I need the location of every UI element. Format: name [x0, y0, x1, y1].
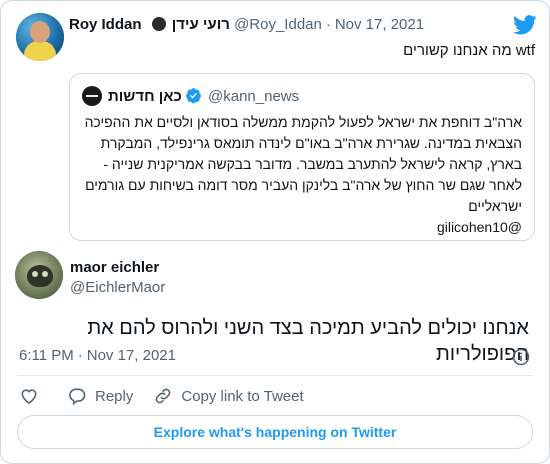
parent-author-avatar[interactable] [16, 13, 64, 61]
quoted-text-line: לאחר שגם שר החוץ של ארה"ב בלינקן העביר מ… [85, 177, 522, 193]
main-author-avatar[interactable] [15, 251, 63, 299]
info-icon[interactable] [511, 347, 531, 367]
profile-badge-icon [151, 17, 166, 31]
quoted-tweet-header: כאן חדשות @kann_news [82, 86, 299, 106]
header-separator: · [325, 16, 331, 33]
heart-icon [21, 389, 37, 405]
link-icon [156, 388, 171, 404]
verified-icon [185, 88, 201, 104]
copy-link-button[interactable]: Copy link to Tweet [153, 386, 304, 406]
quoted-tweet-text: ארה"ב דוחפת את ישראל לפעול להקמת ממשלה ב… [82, 112, 522, 238]
parent-tweet-date[interactable]: Nov 17, 2021 [335, 16, 424, 33]
tweet-time[interactable]: 6:11 PM [19, 347, 74, 364]
copy-link-label: Copy link to Tweet [181, 387, 304, 405]
reply-label: Reply [95, 387, 134, 405]
parent-author-name-hebrew[interactable]: רועי עידן [172, 16, 230, 33]
twitter-bird-icon[interactable] [513, 15, 537, 35]
reply-icon [69, 388, 86, 406]
parent-author-handle[interactable]: @Roy_Iddan [234, 16, 322, 33]
parent-author-name[interactable]: Roy Iddan [69, 16, 142, 33]
parent-tweet[interactable]: Roy Iddan רועי עידן @Roy_Iddan · Nov 17, 2… [1, 1, 549, 259]
divider [17, 375, 533, 376]
quoted-text-line: בארץ, קראה לישראל להתערב במשבר. מדובר בב… [103, 156, 522, 172]
quoted-text-line: ארה"ב דוחפת את ישראל לפעול להקמת ממשלה ב… [84, 114, 522, 130]
tweet-actions: Reply Copy link to Tweet [19, 385, 324, 407]
quoted-text-line: ישראליים [468, 198, 522, 214]
like-button[interactable] [19, 386, 39, 406]
quoted-tweet[interactable]: כאן חדשות @kann_news ארה"ב דוחפת את ישרא… [69, 73, 535, 241]
meta-separator: · [77, 347, 83, 364]
quoted-author-handle[interactable]: @kann_news [208, 88, 299, 105]
parent-tweet-text: wtf מה אנחנו קשורים [403, 42, 535, 59]
quoted-author-avatar[interactable] [82, 86, 102, 106]
quoted-text-line: הצבאית במדינה. שגרירת ארה"ב באו"ם לינדה … [100, 135, 522, 151]
main-author-name[interactable]: maor eichler [70, 259, 159, 276]
quoted-author-name[interactable]: כאן חדשות [108, 88, 182, 105]
parent-tweet-header: Roy Iddan רועי עידן @Roy_Iddan · Nov 17, 2… [69, 15, 511, 35]
reply-button[interactable]: Reply [67, 386, 133, 406]
tweet-date[interactable]: Nov 17, 2021 [87, 347, 176, 364]
tweet-timestamp[interactable]: 6:11 PM · Nov 17, 2021 [19, 347, 176, 364]
main-author-handle[interactable]: @EichlerMaor [70, 279, 165, 296]
explore-twitter-button[interactable]: Explore what's happening on Twitter [17, 415, 533, 449]
quoted-mention-link[interactable]: @gilicohen10 [82, 217, 522, 238]
tweet-embed-card: Roy Iddan רועי עידן @Roy_Iddan · Nov 17, 2… [0, 0, 550, 464]
